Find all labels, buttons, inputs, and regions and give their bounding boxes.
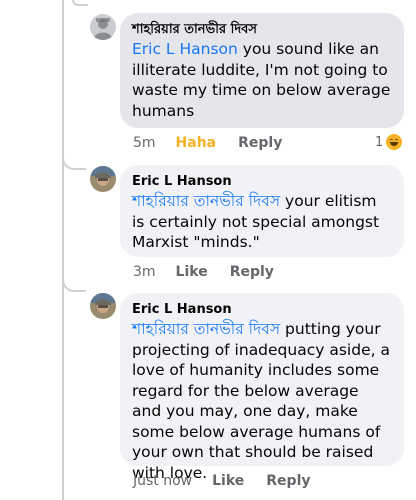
mention-link[interactable]: শাহরিয়ার তানভীর দিবস xyxy=(132,192,280,210)
like-button[interactable]: Like xyxy=(176,264,208,280)
reply-button[interactable]: Reply xyxy=(230,264,274,280)
reaction-count: 1 xyxy=(375,134,384,150)
comment-bubble[interactable]: শাহরিয়ার তানভীর দিবস Eric L Hanson you … xyxy=(120,13,404,128)
comment-time: 3m xyxy=(133,264,156,280)
like-button[interactable]: Like xyxy=(212,473,244,489)
comment-actions: 5m Haha Reply xyxy=(133,135,304,151)
thread-connector xyxy=(72,0,88,6)
reply-connector xyxy=(62,276,86,292)
thread-line xyxy=(62,0,64,500)
avatar[interactable] xyxy=(90,166,116,192)
comment-author[interactable]: Eric L Hanson xyxy=(132,173,392,191)
reply-button[interactable]: Reply xyxy=(238,135,282,151)
comment-author[interactable]: শাহরিয়ার তানভীর দিবস xyxy=(132,21,392,39)
avatar[interactable] xyxy=(90,14,116,40)
reaction-summary[interactable]: 1 xyxy=(375,134,403,150)
comment-time: Just now xyxy=(133,473,193,489)
mention-link[interactable]: Eric L Hanson xyxy=(132,40,238,58)
comment-author[interactable]: Eric L Hanson xyxy=(132,301,392,319)
haha-emoji-icon xyxy=(386,134,403,150)
mention-link[interactable]: শাহরিয়ার তানভীর দিবস xyxy=(132,320,280,338)
comment-text: শাহরিয়ার তানভীর দিবস putting your proje… xyxy=(132,320,390,482)
reply-button[interactable]: Reply xyxy=(266,473,310,489)
comment-actions: Just now Like Reply xyxy=(133,473,333,489)
haha-reaction-button[interactable]: Haha xyxy=(176,135,217,151)
comment-bubble[interactable]: Eric L Hanson শাহরিয়ার তানভীর দিবস putt… xyxy=(120,293,404,482)
comment-text: শাহরিয়ার তানভীর দিবস your elitism is ce… xyxy=(132,192,380,251)
avatar[interactable] xyxy=(90,293,116,319)
comment-bubble[interactable]: Eric L Hanson শাহরিয়ার তানভীর দিবস your… xyxy=(120,165,404,257)
comment-text: Eric L Hanson you sound like an illitera… xyxy=(132,40,391,120)
comment-actions: 3m Like Reply xyxy=(133,264,296,280)
comment-time: 5m xyxy=(133,135,156,151)
reply-connector xyxy=(62,154,86,170)
